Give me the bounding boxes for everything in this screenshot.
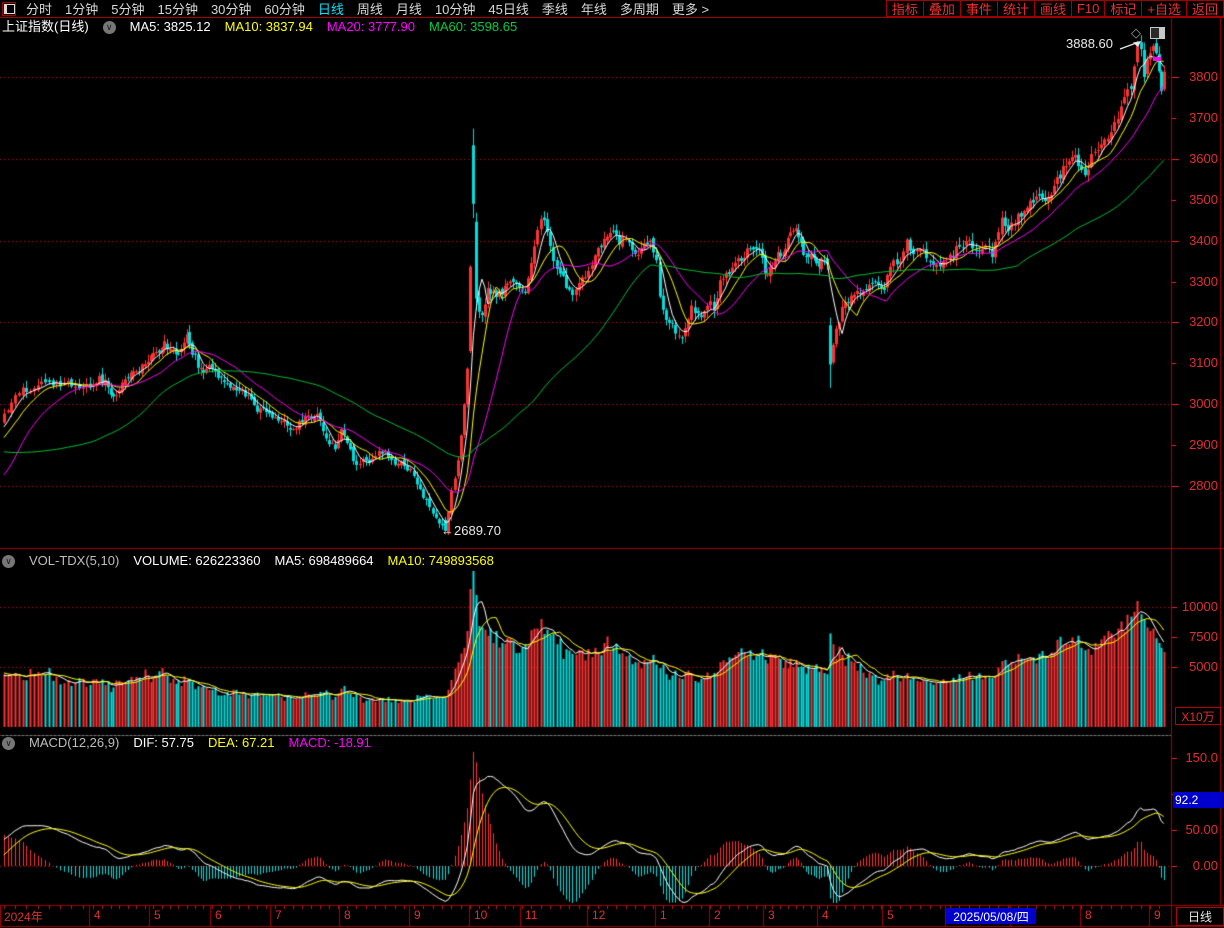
volume-axis-label: 7500 [1174, 629, 1218, 644]
page-title: 上证指数(日线) [2, 19, 89, 35]
low-annotation: ←2689.70 [441, 523, 501, 539]
price-axis-label: 3300 [1174, 274, 1218, 289]
volume-axis-label: 5000 [1174, 659, 1218, 674]
menu-item-10[interactable]: 10分钟 [435, 0, 475, 18]
price-axis-label: 3000 [1174, 396, 1218, 411]
ma60-label: MA60: 3598.65 [429, 19, 517, 35]
macd-panel-header: ∨ MACD(12,26,9) DIF: 57.75 DEA: 67.21 MA… [2, 735, 371, 751]
month-label-7: 9 [414, 908, 421, 922]
toolbar-buttons: 指标叠加事件统计画线F10标记+自选返回 [887, 0, 1224, 17]
volume-ma10-label: MA10: 749893568 [388, 553, 494, 569]
price-axis-label: 3200 [1174, 314, 1218, 329]
month-label-18: 8 [1085, 908, 1092, 922]
macd-marker-value: 92.2 [1175, 793, 1198, 807]
month-label-1: 2024年 [4, 908, 43, 925]
restore-window-icon[interactable] [1150, 27, 1165, 39]
month-label-2: 4 [94, 908, 101, 922]
dea-label: DEA: 67.21 [208, 735, 275, 751]
month-label-11: 1 [660, 908, 667, 922]
month-label-5: 7 [275, 908, 282, 922]
ma10-label: MA10: 3837.94 [225, 19, 313, 35]
menu-item-9[interactable]: 月线 [396, 0, 422, 18]
volume-ma5-label: MA5: 698489664 [275, 553, 374, 569]
macd-axis-label: 50.00 [1174, 822, 1218, 837]
macd-axis-label: 150.0 [1174, 750, 1218, 765]
low-arrow-icon: ← [441, 523, 454, 538]
menu-item-3[interactable]: 5分钟 [111, 0, 144, 18]
macd-marker-badge: 92.2 [1173, 792, 1223, 808]
collapse-indicator-icon[interactable]: ∨ [103, 21, 116, 34]
menu-item-6[interactable]: 60分钟 [264, 0, 304, 18]
menu-item-1[interactable]: 分时 [26, 0, 52, 18]
month-label-13: 3 [768, 908, 775, 922]
high-annotation: 3888.60 [1066, 36, 1145, 52]
month-label-3: 5 [154, 908, 161, 922]
window-icon[interactable] [2, 2, 16, 16]
low-value: 2689.70 [454, 523, 501, 538]
price-axis-label: 3700 [1174, 110, 1218, 125]
price-axis-label: 2800 [1174, 478, 1218, 493]
crosshair-date-badge: 2025/05/08/四 [946, 908, 1036, 924]
price-axis-label: 3800 [1174, 69, 1218, 84]
toolbar-button-1[interactable]: 指标 [886, 0, 924, 17]
month-label-4: 6 [215, 908, 222, 922]
dif-label: DIF: 57.75 [133, 735, 194, 751]
price-axis-label: 2900 [1174, 437, 1218, 452]
toolbar-button-7[interactable]: 标记 [1104, 0, 1142, 17]
chart-canvas[interactable] [0, 0, 1224, 928]
crosshair-date: 2025/05/08/四 [953, 908, 1028, 925]
volume-indicator-title: VOL-TDX(5,10) [29, 553, 119, 569]
menu-item-12[interactable]: 季线 [542, 0, 568, 18]
macd-value-label: MACD: -18.91 [289, 735, 371, 751]
menu-item-11[interactable]: 45日线 [488, 0, 528, 18]
menu-item-4[interactable]: 15分钟 [157, 0, 197, 18]
toolbar-button-8[interactable]: +自选 [1141, 0, 1187, 17]
toolbar-button-6[interactable]: F10 [1071, 0, 1105, 17]
volume-unit-label: X10万 [1181, 708, 1214, 725]
toolbar-button-5[interactable]: 画线 [1034, 0, 1072, 17]
menu-item-15[interactable]: 更多 > [672, 0, 709, 18]
menu-item-7[interactable]: 日线 [318, 0, 344, 18]
period-menu: 分时 1分钟 5分钟 15分钟 30分钟 60分钟日线周线月线 10分钟 45日线季线年线多周… [26, 0, 709, 18]
magenta-mark-icon [1153, 57, 1161, 61]
month-label-14: 4 [822, 908, 829, 922]
menu-item-8[interactable]: 周线 [357, 0, 383, 18]
price-panel-header: 上证指数(日线) ∨ MA5: 3825.12 MA10: 3837.94 MA… [2, 19, 517, 35]
high-value: 3888.60 [1066, 36, 1113, 51]
ma5-label: MA5: 3825.12 [130, 19, 211, 35]
volume-unit-box: X10万 [1175, 707, 1221, 725]
ma20-label: MA20: 3777.90 [327, 19, 415, 35]
volume-panel-header: ∨ VOL-TDX(5,10) VOLUME: 626223360 MA5: 6… [2, 553, 494, 569]
price-axis-label: 3400 [1174, 233, 1218, 248]
price-axis-label: 3500 [1174, 192, 1218, 207]
month-label-9: 11 [525, 908, 537, 922]
toolbar-button-2[interactable]: 叠加 [923, 0, 961, 17]
macd-indicator-title: MACD(12,26,9) [29, 735, 119, 751]
month-label-19: 9 [1154, 908, 1161, 922]
volume-axis-label: 10000 [1174, 599, 1218, 614]
menu-item-5[interactable]: 30分钟 [211, 0, 251, 18]
menu-item-14[interactable]: 多周期 [620, 0, 659, 18]
macd-axis-label: 0.00 [1174, 858, 1218, 873]
menu-item-13[interactable]: 年线 [581, 0, 607, 18]
collapse-indicator-icon[interactable]: ∨ [2, 737, 15, 750]
month-label-15: 5 [887, 908, 894, 922]
menu-item-2[interactable]: 1分钟 [65, 0, 98, 18]
price-axis-label: 3600 [1174, 151, 1218, 166]
volume-value-label: VOLUME: 626223360 [133, 553, 260, 569]
month-label-6: 8 [344, 908, 351, 922]
high-arrow-icon [1119, 39, 1145, 51]
price-axis-label: 3100 [1174, 355, 1218, 370]
period-box[interactable]: 日线 [1176, 907, 1224, 926]
month-label-10: 12 [592, 908, 605, 922]
month-label-12: 2 [714, 908, 721, 922]
toolbar-button-3[interactable]: 事件 [960, 0, 998, 17]
month-label-8: 10 [474, 908, 487, 922]
collapse-indicator-icon[interactable]: ∨ [2, 555, 15, 568]
period-label: 日线 [1188, 908, 1212, 925]
toolbar-button-4[interactable]: 统计 [997, 0, 1035, 17]
toolbar-button-9[interactable]: 返回 [1186, 0, 1224, 17]
